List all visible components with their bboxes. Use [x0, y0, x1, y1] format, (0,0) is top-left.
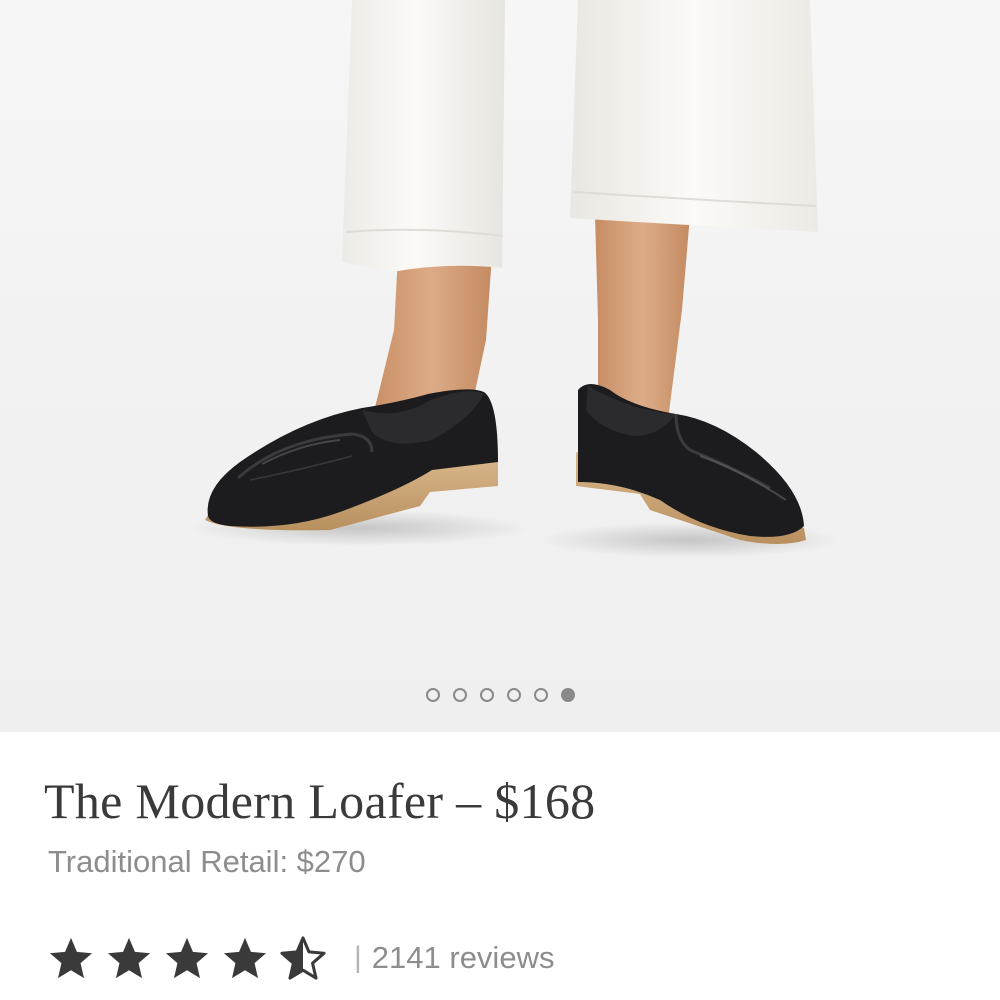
pager-dot[interactable] — [452, 688, 467, 702]
rating-separator: | — [354, 941, 362, 974]
product-title: The Modern Loafer – $168 — [44, 773, 596, 829]
rating-row[interactable]: | 2141 reviews — [48, 936, 554, 980]
star-filled-icon — [49, 937, 93, 979]
pager-dot[interactable] — [479, 688, 494, 702]
star-filled-icon — [107, 937, 151, 979]
traditional-retail-price: Traditional Retail: $270 — [48, 844, 366, 879]
pager-dot-active[interactable] — [560, 688, 575, 702]
product-image-gallery[interactable] — [0, 0, 1000, 732]
product-photo — [190, 0, 840, 558]
reviews-count-link[interactable]: 2141 reviews — [372, 940, 555, 976]
pager-dot[interactable] — [533, 688, 548, 702]
pager-dot[interactable] — [425, 688, 440, 702]
image-pager[interactable] — [0, 688, 1000, 702]
star-filled-icon — [165, 937, 209, 979]
pager-dot[interactable] — [506, 688, 521, 702]
star-half-icon — [280, 936, 326, 980]
product-info: The Modern Loafer – $168 Traditional Ret… — [0, 732, 1000, 1000]
star-filled-icon — [223, 937, 267, 979]
